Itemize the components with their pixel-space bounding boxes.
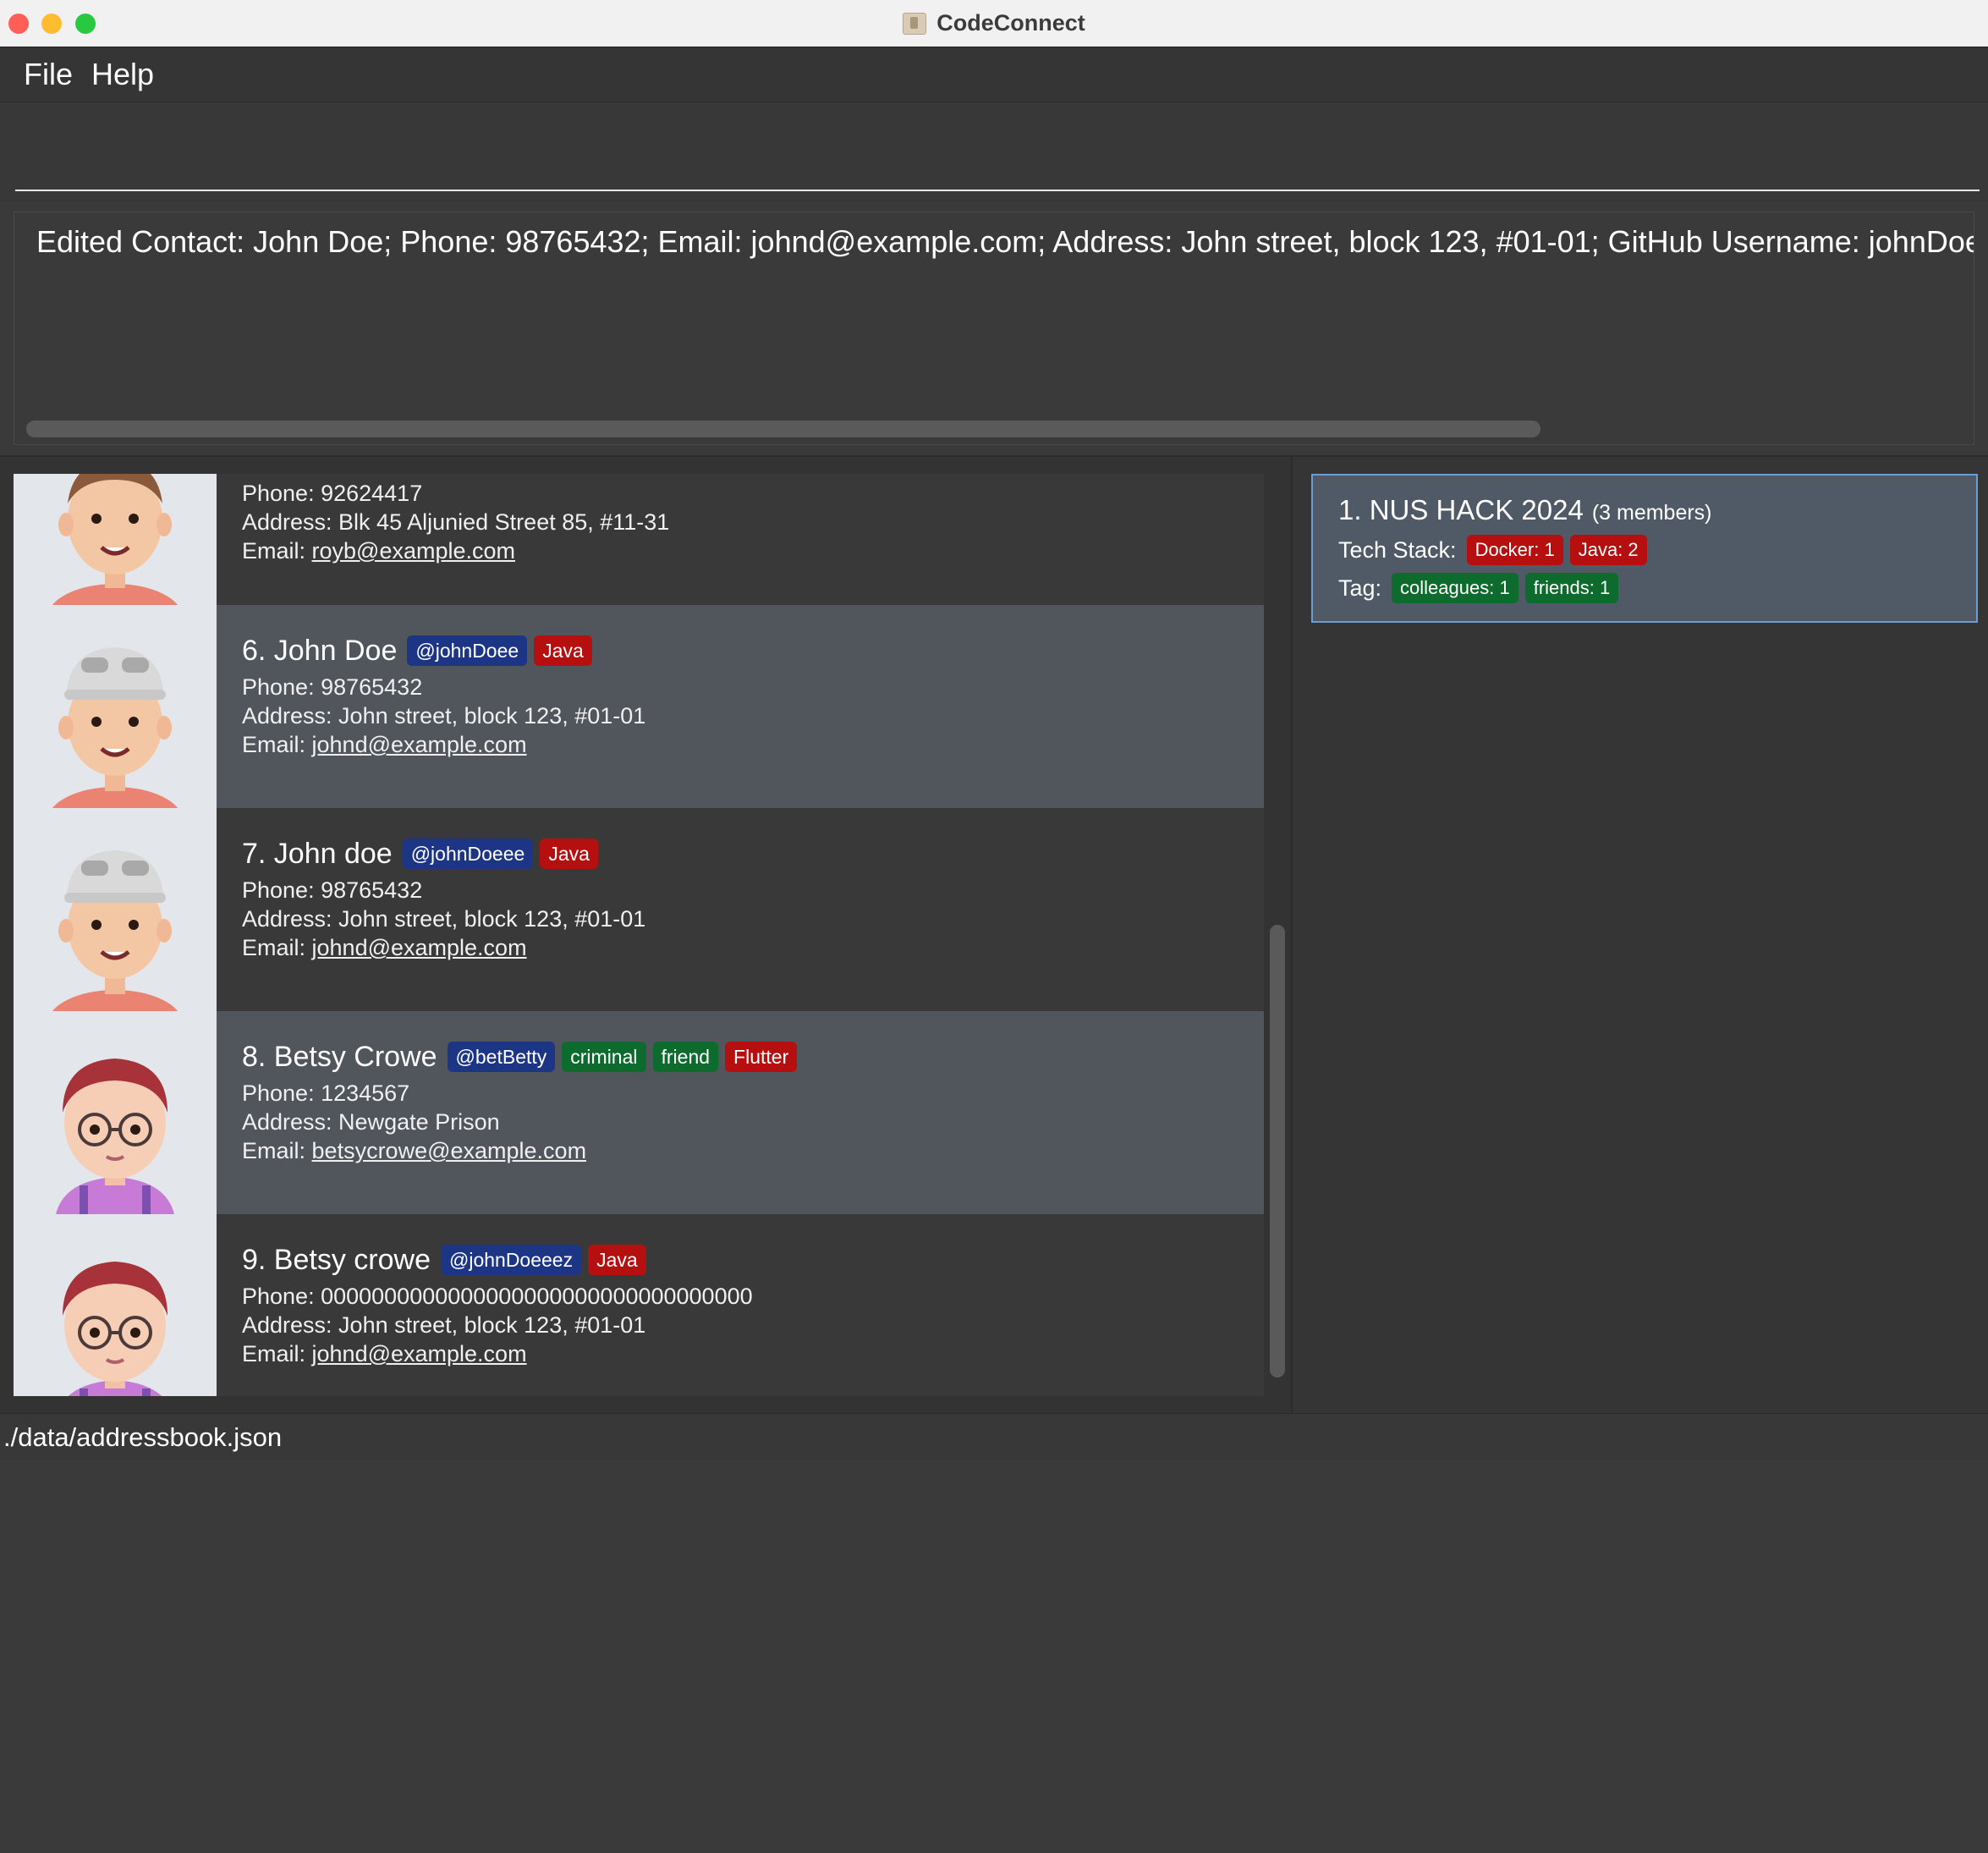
person-phone: Phone: 92624417	[242, 481, 423, 506]
person-email-row: Email: betsycrowe@example.com	[242, 1136, 804, 1165]
person-list-panel: Phone: 92624417 Address: Blk 45 Aljunied…	[0, 457, 1291, 1413]
person-phone: Phone: 98765432	[242, 877, 423, 903]
person-email-link[interactable]: johnd@example.com	[312, 732, 527, 757]
person-email-row: Email: johnd@example.com	[242, 730, 645, 759]
person-email-label: Email:	[242, 1341, 306, 1366]
command-input[interactable]	[15, 108, 1980, 191]
boy-avatar	[14, 474, 217, 605]
title-bar: CodeConnect	[0, 0, 1988, 47]
person-phone: Phone: 000000000000000000000000000000000…	[242, 1284, 753, 1309]
menu-file[interactable]: File	[24, 57, 73, 92]
tag-count-badge: friends: 1	[1524, 573, 1619, 603]
team-member-count: (3 members)	[1591, 501, 1712, 525]
person-email-label: Email:	[242, 1138, 306, 1163]
person-address: Address: John street, block 123, #01-01	[242, 1312, 646, 1338]
github-badge: @johnDoeeez	[440, 1245, 582, 1275]
boy-cap-avatar	[14, 808, 217, 1011]
person-email-link[interactable]: johnd@example.com	[312, 1341, 527, 1366]
tech-count-badge: Java: 2	[1569, 535, 1647, 565]
github-badge: @johnDoee	[407, 635, 528, 666]
person-phone: Phone: 98765432	[242, 674, 423, 700]
person-email-row: Email: royb@example.com	[242, 536, 669, 565]
result-text: Edited Contact: John Doe; Phone: 9876543…	[36, 224, 1974, 259]
person-address: Address: John street, block 123, #01-01	[242, 703, 646, 729]
person-name: 9. Betsy crowe	[242, 1243, 431, 1276]
tech-badge: Java	[534, 635, 592, 666]
person-list: Phone: 92624417 Address: Blk 45 Aljunied…	[14, 474, 1264, 1853]
tech-badge: Java	[540, 839, 598, 869]
person-email-link[interactable]: betsycrowe@example.com	[312, 1138, 587, 1163]
person-email-label: Email:	[242, 732, 306, 757]
person-card[interactable]: Phone: 92624417 Address: Blk 45 Aljunied…	[14, 474, 1264, 605]
person-address: Address: John street, block 123, #01-01	[242, 906, 646, 932]
person-email-row: Email: johnd@example.com	[242, 933, 645, 962]
person-card[interactable]: 9. Betsy crowe @johnDoeeez Java Phone: 0…	[14, 1214, 1264, 1396]
save-location-path: ./data/addressbook.json	[3, 1422, 283, 1452]
person-card[interactable]: 6. John Doe @johnDoee Java Phone: 987654…	[14, 605, 1264, 808]
team-card[interactable]: 1. NUS HACK 2024 (3 members) Tech Stack:…	[1311, 474, 1978, 623]
person-address: Address: Blk 45 Aljunied Street 85, #11-…	[242, 509, 670, 535]
person-email-link[interactable]: royb@example.com	[312, 538, 516, 564]
boy-cap-avatar	[14, 605, 217, 808]
person-card[interactable]: 8. Betsy Crowe @betBetty criminal friend…	[14, 1011, 1264, 1214]
menu-help[interactable]: Help	[91, 57, 154, 92]
person-name: 6. John Doe	[242, 634, 398, 667]
tech-badge: Java	[588, 1245, 646, 1275]
tech-badge: Flutter	[725, 1042, 798, 1072]
person-email-link[interactable]: johnd@example.com	[312, 935, 527, 960]
person-name: 7. John doe	[242, 837, 393, 870]
tech-stack-label: Tech Stack:	[1338, 536, 1457, 563]
person-address: Address: Newgate Prison	[242, 1109, 500, 1135]
tag-count-badge: colleagues: 1	[1392, 573, 1518, 603]
tag-badge: friend	[652, 1042, 719, 1072]
result-horizontal-scrollbar[interactable]	[26, 421, 1540, 437]
person-email-label: Email:	[242, 935, 306, 960]
girl-glasses-avatar	[14, 1214, 217, 1396]
person-email-row: Email: johnd@example.com	[242, 1339, 753, 1368]
person-email-label: Email:	[242, 538, 306, 564]
github-badge: @betBetty	[447, 1042, 556, 1072]
team-name: 1. NUS HACK 2024	[1338, 494, 1584, 525]
person-card[interactable]: 7. John doe @johnDoeee Java Phone: 98765…	[14, 808, 1264, 1011]
app-icon	[903, 12, 927, 35]
girl-glasses-avatar	[14, 1011, 217, 1214]
person-list-vertical-scrollbar[interactable]	[1270, 925, 1285, 1377]
person-phone: Phone: 1234567	[242, 1080, 410, 1106]
github-badge: @johnDoeee	[402, 839, 534, 869]
tag-label: Tag:	[1338, 575, 1382, 601]
window-title: CodeConnect	[936, 10, 1085, 36]
tag-badge: criminal	[562, 1042, 646, 1072]
menu-bar: File Help	[0, 47, 1988, 102]
result-display: Edited Contact: John Doe; Phone: 9876543…	[14, 212, 1974, 445]
tech-count-badge: Docker: 1	[1466, 535, 1563, 565]
status-bar: ./data/addressbook.json	[0, 1413, 1988, 1460]
person-name: 8. Betsy Crowe	[242, 1040, 437, 1073]
